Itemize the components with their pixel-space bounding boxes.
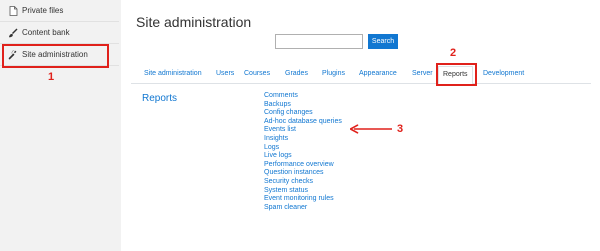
report-link-live-logs[interactable]: Live logs — [264, 152, 342, 161]
report-link-backups[interactable]: Backups — [264, 101, 342, 110]
brush-icon — [8, 28, 18, 38]
tab-appearance[interactable]: Appearance — [359, 70, 397, 77]
report-link-comments[interactable]: Comments — [264, 92, 342, 101]
annotation-number-3: 3 — [397, 123, 404, 135]
annotation-arrow-icon — [350, 124, 392, 134]
sidebar-item-private-files[interactable]: Private files — [0, 0, 119, 22]
report-link-system-status[interactable]: System status — [264, 187, 342, 196]
tab-courses[interactable]: Courses — [244, 70, 270, 77]
tab-server[interactable]: Server — [412, 70, 433, 77]
annotation-number-2: 2 — [450, 47, 457, 59]
report-link-logs[interactable]: Logs — [264, 144, 342, 153]
report-link-security-checks[interactable]: Security checks — [264, 178, 342, 187]
report-link-config-changes[interactable]: Config changes — [264, 109, 342, 118]
sidebar-item-label: Private files — [22, 6, 64, 15]
report-link-events-list[interactable]: Events list — [264, 126, 342, 135]
annotation-number-1: 1 — [48, 71, 55, 83]
tab-bar: Site administration Users Courses Grades… — [131, 66, 591, 85]
report-link-performance-overview[interactable]: Performance overview — [264, 161, 342, 170]
annotation-highlight-reports-tab — [436, 63, 477, 86]
tab-plugins[interactable]: Plugins — [322, 70, 345, 77]
tab-development[interactable]: Development — [483, 70, 524, 77]
report-link-event-monitoring-rules[interactable]: Event monitoring rules — [264, 195, 342, 204]
sidebar: Private files Content bank Site administ… — [0, 0, 119, 251]
report-link-insights[interactable]: Insights — [264, 135, 342, 144]
search-button[interactable]: Search — [368, 34, 398, 49]
tab-users[interactable]: Users — [216, 70, 234, 77]
section-heading-reports: Reports — [142, 93, 178, 104]
sidebar-item-label: Content bank — [22, 28, 70, 37]
report-link-question-instances[interactable]: Question instances — [264, 169, 342, 178]
annotation-highlight-site-administration — [2, 44, 109, 68]
search-input[interactable] — [275, 34, 363, 49]
page-title: Site administration — [136, 14, 252, 30]
report-link-adhoc-database-queries[interactable]: Ad-hoc database queries — [264, 118, 342, 127]
report-link-spam-cleaner[interactable]: Spam cleaner — [264, 204, 342, 213]
sidebar-item-content-bank[interactable]: Content bank — [0, 22, 119, 44]
file-icon — [8, 5, 18, 16]
report-links-list: Comments Backups Config changes Ad-hoc d… — [264, 92, 342, 212]
tab-grades[interactable]: Grades — [285, 70, 308, 77]
tab-site-administration[interactable]: Site administration — [144, 70, 202, 77]
